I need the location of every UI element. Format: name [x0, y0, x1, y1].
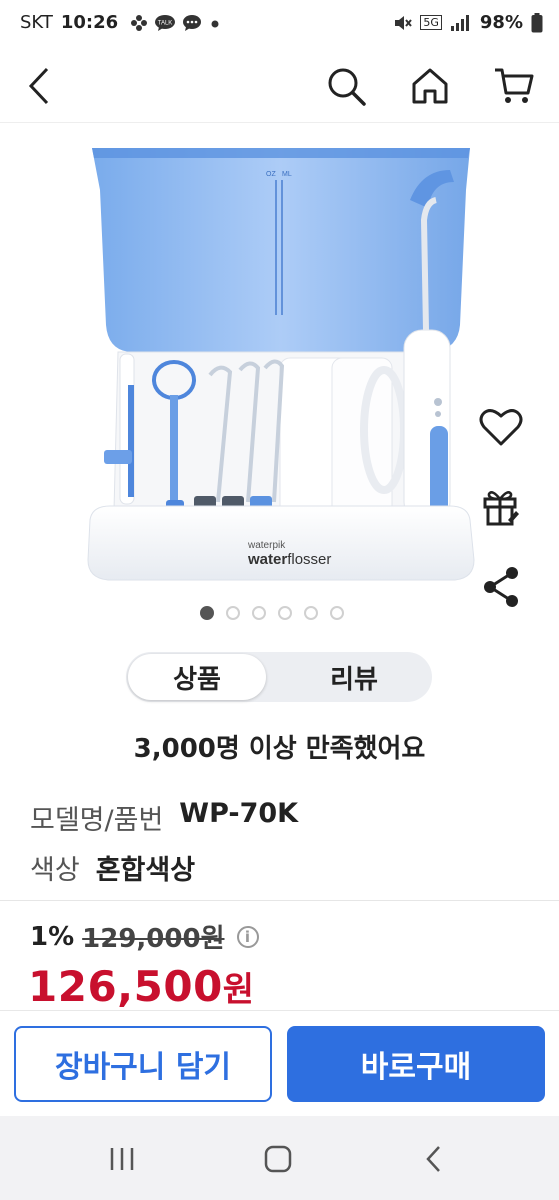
sale-price-amount: 126,500: [28, 962, 223, 1011]
recents-button[interactable]: [92, 1134, 152, 1184]
clock: 10:26: [60, 12, 119, 33]
spec-model-value: WP-70K: [179, 798, 299, 829]
buy-now-button[interactable]: 바로구매: [287, 1026, 545, 1102]
spec-color-key: 색상: [30, 855, 80, 886]
carousel-dot[interactable]: [226, 606, 240, 620]
back-button[interactable]: [14, 60, 66, 112]
scale-ml-label: ML: [282, 171, 292, 178]
purchase-bar: 장바구니 담기 바로구매: [0, 1010, 559, 1117]
home-nav-icon: [264, 1145, 292, 1173]
chat-icon: [183, 14, 202, 31]
original-price-row: 1% 129,000원 i: [30, 918, 259, 955]
info-icon[interactable]: i: [236, 925, 259, 948]
battery-level: 98%: [479, 12, 523, 33]
back-nav-icon: [426, 1146, 440, 1172]
carousel-dot[interactable]: [200, 606, 214, 620]
status-bar: SKT 10:26 TALK 5G 98%: [0, 0, 559, 48]
brand-label-water: water: [247, 551, 287, 568]
sale-price: 126,500원: [28, 962, 255, 1011]
home-nav-button[interactable]: [248, 1134, 308, 1184]
tab-review[interactable]: 리뷰: [276, 652, 432, 702]
original-price: 129,000원: [82, 924, 225, 954]
add-to-cart-button[interactable]: 장바구니 담기: [14, 1026, 272, 1102]
app-header: [0, 48, 559, 123]
search-icon: [328, 68, 366, 106]
wishlist-button[interactable]: [476, 402, 526, 452]
back-nav-button[interactable]: [404, 1134, 464, 1184]
svg-text:waterflosser: waterflosser: [247, 551, 331, 568]
signal-icon: [450, 14, 469, 31]
scale-oz-label: OZ: [266, 171, 276, 178]
tab-switcher: 상품 리뷰: [126, 652, 432, 702]
carousel-indicator: [200, 606, 344, 620]
battery-icon: [531, 12, 543, 32]
carousel-dot[interactable]: [278, 606, 292, 620]
spec-model: 모델명/품번 WP-70K: [30, 798, 298, 837]
gift-icon: [483, 491, 519, 526]
discount-rate: 1%: [30, 921, 75, 952]
satisfaction-text: 3,000명 이상 만족했어요: [133, 734, 426, 764]
carousel-dot[interactable]: [304, 606, 318, 620]
share-icon: [484, 567, 518, 607]
pinwheel-icon: [131, 14, 148, 31]
cart-button[interactable]: [488, 60, 540, 112]
gift-button[interactable]: [476, 482, 526, 532]
home-button[interactable]: [404, 60, 456, 112]
cart-icon: [495, 68, 534, 103]
back-icon: [28, 67, 49, 105]
divider: [0, 900, 559, 901]
system-nav-bar: [0, 1116, 559, 1200]
talk-icon: TALK: [155, 14, 176, 31]
carousel-dot[interactable]: [252, 606, 266, 620]
heart-icon: [479, 409, 523, 446]
brand-label-flosser: flosser: [287, 551, 331, 568]
product-photo-water-flosser: OZ ML waterpik waterflosser: [87, 148, 475, 581]
dot-icon: [211, 20, 219, 27]
carrier: SKT: [20, 12, 53, 33]
tab-product[interactable]: 상품: [128, 654, 266, 700]
product-image[interactable]: OZ ML waterpik waterflosser: [70, 130, 490, 590]
spec-color-value: 혼합색상: [95, 855, 196, 886]
search-button[interactable]: [320, 60, 372, 112]
svg-text:TALK: TALK: [158, 20, 173, 26]
carousel-dot[interactable]: [330, 606, 344, 620]
share-button[interactable]: [476, 562, 526, 612]
network-badge: 5G: [420, 15, 442, 30]
sale-price-unit: 원: [222, 970, 255, 1010]
brand-small-label: waterpik: [247, 540, 286, 551]
recents-icon: [110, 1148, 134, 1170]
spec-color: 색상 혼합색상: [30, 848, 195, 887]
home-icon: [412, 68, 448, 104]
mute-icon: [395, 15, 413, 30]
spec-model-key: 모델명/품번: [30, 805, 164, 836]
